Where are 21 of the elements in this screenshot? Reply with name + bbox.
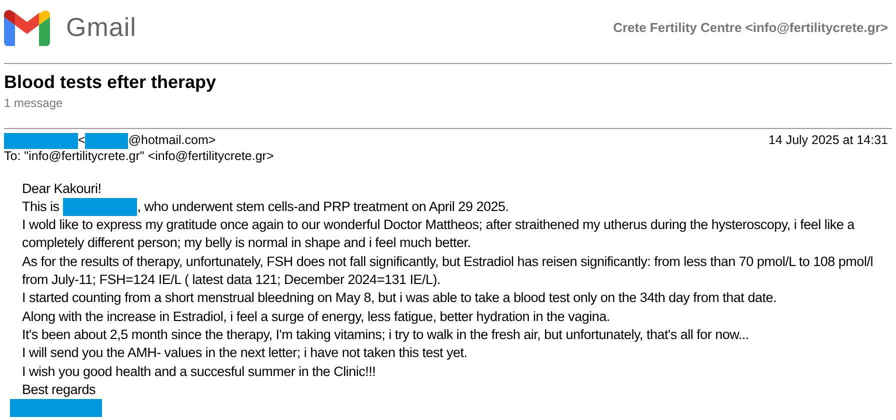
- text: Best regards: [22, 380, 97, 399]
- text: I will send you the AMH- values in the next letter; i have not taken this test yet.: [22, 344, 468, 362]
- date-text: 14 July 2025 at 14:31: [768, 132, 889, 149]
- account-text: Crete Fertility Centre <info@fertilitycrete.gr>: [613, 18, 889, 37]
- text: I wold like to express my gratitude once again to our wonderful Doctor Mattheos; after straithened my utherus during the hysteroscopy, i feel like a completely different person; my belly is normal in shape and i feel much better.: [22, 216, 856, 252]
- app-name: Gmail: [66, 11, 136, 44]
- text: Along with the increase in Estradiol, i feel a surge of energy, less fatigue, better hydration in the vagina.: [22, 308, 611, 326]
- message-count: 1 message: [4, 94, 64, 112]
- text: <: [78, 133, 86, 148]
- text: @hotmail.com>: [128, 133, 216, 148]
- envelope-logo-icon: [4, 10, 50, 46]
- text: This is: [22, 198, 60, 216]
- recipient-text: To: "info@fertilitycrete.gr" <info@fertilitycrete.gr>: [4, 148, 275, 164]
- text: I started counting from a short menstrual bleedning on May 8, but i was able to take a blood test only on the 34th day from that date.: [22, 289, 778, 308]
- text: , who underwent stem cells-and PRP treatment on April 29 2025.: [137, 198, 509, 216]
- text: I wish you good health and a succesful summer in the Clinic!!!: [22, 362, 377, 381]
- subject-title: Blood tests efter therapy: [4, 72, 218, 94]
- text: As for the results of therapy, unfortunately, FSH does not fall significantly, but Estradiol has reisen significantly: from less than 70 pmol/L to 108 pmol/l from July-11; FSH=124 IE/L ( latest data 121; December 2024=131 IE/L).: [22, 252, 874, 290]
- text: It's been about 2,5 month since the therapy, I'm taking vitamins; i try to walk in the fresh air, but unfortunately, that's all for now...: [22, 326, 750, 344]
- redaction-block: [85, 132, 128, 149]
- text: Dear Kakouri!: [22, 180, 102, 198]
